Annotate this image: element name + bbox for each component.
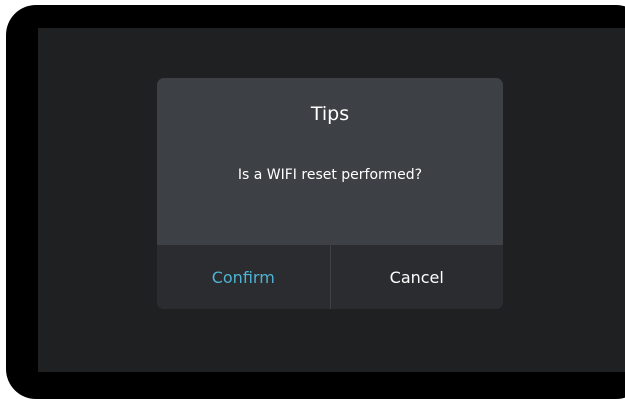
cancel-button[interactable]: Cancel [329,245,504,309]
dialog-message: Is a WIFI reset performed? [237,167,423,183]
dialog-button-row: Confirm Cancel [157,245,503,309]
tips-dialog: Tips Is a WIFI reset performed? Confirm … [157,78,503,309]
device-frame: Tips Is a WIFI reset performed? Confirm … [0,0,625,399]
dialog-title: Tips [310,103,350,125]
confirm-button[interactable]: Confirm [157,245,330,309]
